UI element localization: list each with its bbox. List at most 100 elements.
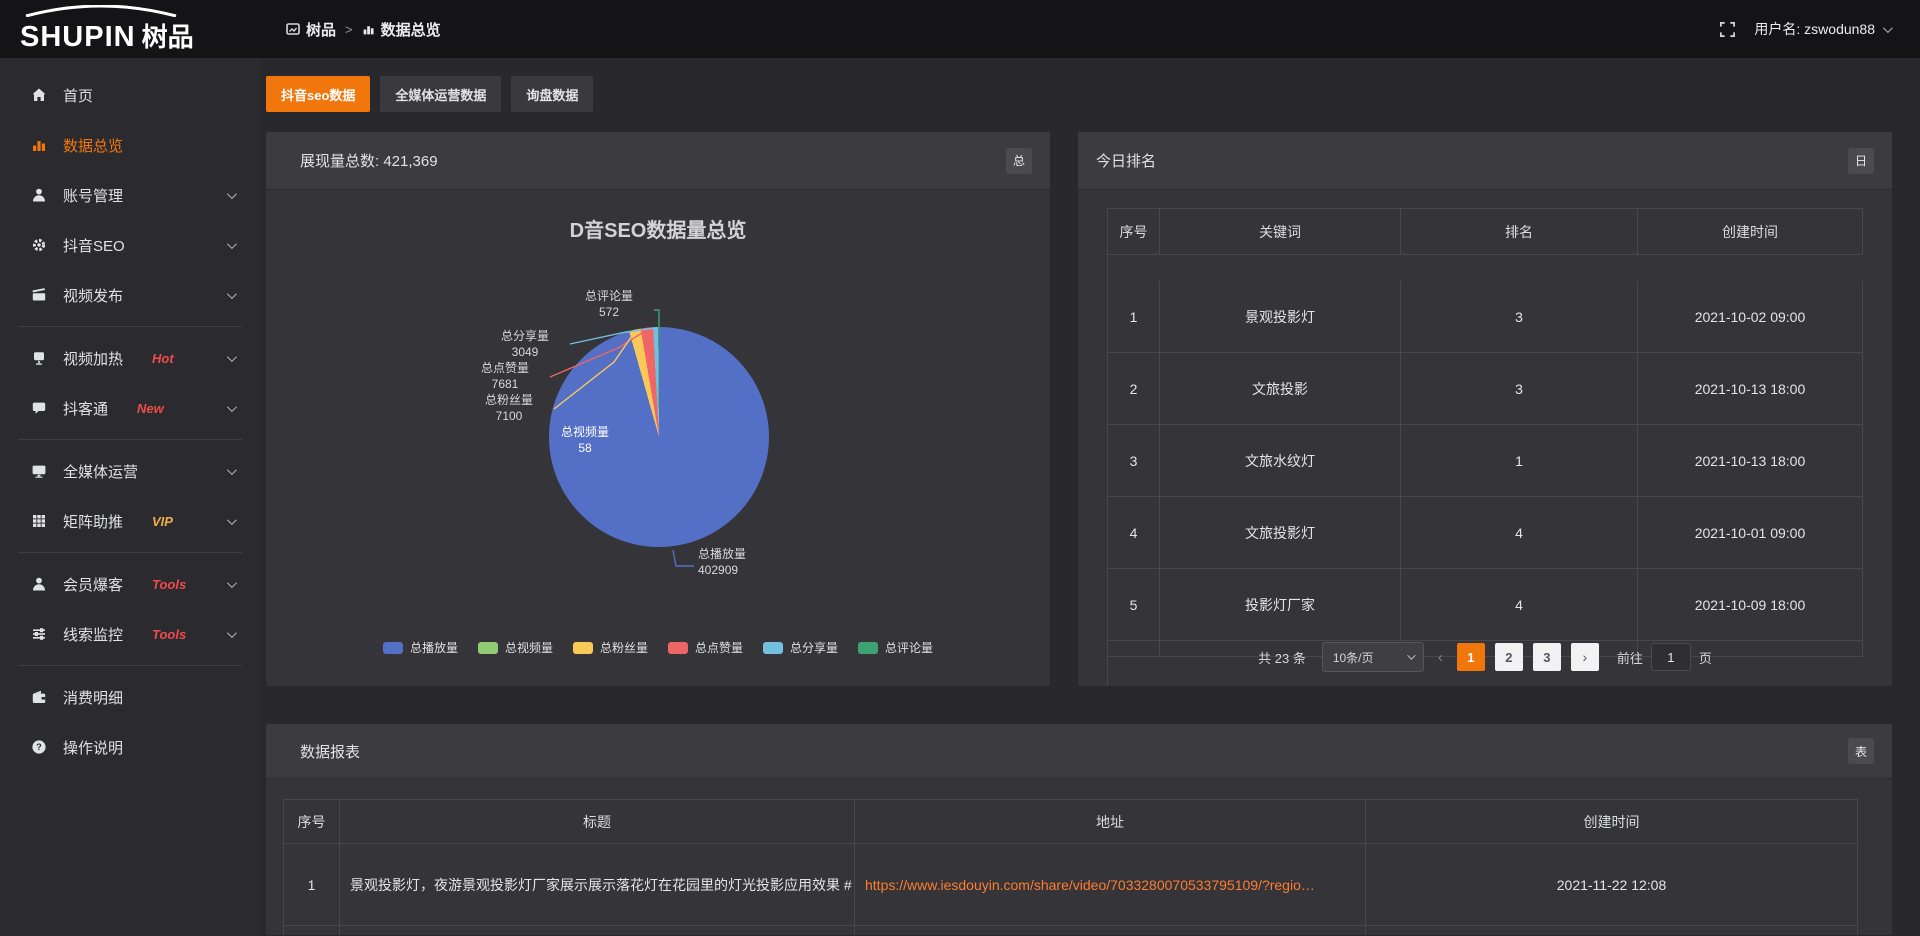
tab-omnimedia-data[interactable]: 全媒体运营数据 <box>380 76 501 112</box>
sidebar-item-account[interactable]: 账号管理 <box>0 170 260 220</box>
clapperboard-icon <box>30 287 48 303</box>
chevron-down-icon <box>227 402 237 412</box>
impressions-total: 展现量总数: 421,369 <box>300 150 438 171</box>
report-panel-title: 数据报表 <box>300 741 360 762</box>
grid-icon <box>30 513 48 529</box>
sidebar-item-help[interactable]: ? 操作说明 <box>0 722 260 772</box>
chevron-down-icon <box>227 578 237 588</box>
rank-cell-time: 2021-10-02 09:00 <box>1638 281 1863 353</box>
sidebar-divider <box>18 439 242 440</box>
report-row-partial <box>284 926 340 935</box>
legend-item[interactable]: 总播放量 <box>383 639 458 656</box>
sidebar-item-spend-details[interactable]: 消费明细 <box>0 672 260 722</box>
chart-title: D音SEO数据量总览 <box>266 214 1050 243</box>
report-cell-index: 1 <box>284 844 340 926</box>
page-size-select[interactable]: 10条/页 <box>1322 642 1424 672</box>
rank-cell-keyword: 文旅投影灯 <box>1160 497 1401 569</box>
chevron-down-icon <box>227 628 237 638</box>
bar-chart-icon <box>362 23 375 36</box>
pie-label-comments: 总评论量572 <box>566 288 652 320</box>
pie-label-plays: 总播放量402909 <box>698 546 808 578</box>
table-toggle-button[interactable]: 表 <box>1848 738 1874 764</box>
chevron-down-icon <box>227 189 237 199</box>
page-button-3[interactable]: 3 <box>1533 643 1561 671</box>
chevron-down-icon <box>1883 23 1893 33</box>
legend-swatch <box>383 642 403 654</box>
sidebar-item-video-publish[interactable]: 视频发布 <box>0 270 260 320</box>
legend-swatch <box>858 642 878 654</box>
sidebar-item-home[interactable]: 首页 <box>0 70 260 120</box>
legend-item[interactable]: 总点赞量 <box>668 639 743 656</box>
rank-cell: 5 <box>1108 569 1160 641</box>
breadcrumb-separator: > <box>345 22 353 37</box>
svg-text:?: ? <box>36 742 42 752</box>
sidebar-item-data-overview[interactable]: 数据总览 <box>0 120 260 170</box>
day-toggle-button[interactable]: 日 <box>1848 148 1874 174</box>
chat-bubble-icon <box>30 400 48 416</box>
page-button-2[interactable]: 2 <box>1495 643 1523 671</box>
rank-cell-rank: 4 <box>1401 569 1638 641</box>
new-badge: New <box>137 401 164 416</box>
legend-swatch <box>478 642 498 654</box>
home-icon <box>30 87 48 103</box>
legend-item[interactable]: 总粉丝量 <box>573 639 648 656</box>
username-label: 用户名: zswodun88 <box>1754 19 1875 39</box>
rank-cell-time: 2021-10-13 18:00 <box>1638 353 1863 425</box>
legend-item[interactable]: 总视频量 <box>478 639 553 656</box>
sidebar-item-doukotong[interactable]: 抖客通 New <box>0 383 260 433</box>
tab-douyin-seo-data[interactable]: 抖音seo数据 <box>266 76 370 112</box>
hot-badge: Hot <box>152 351 174 366</box>
screen-promo-icon <box>30 350 48 366</box>
data-report-panel: 数据报表 表 序号 标题 地址 创建时间 1 景观投影灯，夜游景观投影灯厂家展示… <box>266 724 1892 935</box>
topbar: SHUPIN 树品 树品 > 数据总览 用户名: zswodun88 <box>0 0 1920 58</box>
legend-swatch <box>573 642 593 654</box>
report-cell-url[interactable]: https://www.iesdouyin.com/share/video/70… <box>855 844 1366 926</box>
report-cell-time: 2021-11-22 12:08 <box>1366 844 1858 926</box>
rank-cell: 4 <box>1108 497 1160 569</box>
pagination: 共 23 条 10条/页 ‹ 1 2 3 › 前往 页 <box>1078 642 1892 672</box>
legend-item[interactable]: 总分享量 <box>763 639 838 656</box>
chevron-down-icon <box>227 465 237 475</box>
question-circle-icon: ? <box>30 739 48 755</box>
page-button-1[interactable]: 1 <box>1457 643 1485 671</box>
app-icon <box>286 22 300 36</box>
sidebar-item-douyin-seo[interactable]: 抖音SEO <box>0 220 260 270</box>
rank-cell-rank: 3 <box>1401 281 1638 353</box>
total-toggle-button[interactable]: 总 <box>1006 148 1032 174</box>
monitor-icon <box>30 463 48 479</box>
report-table: 序号 标题 地址 创建时间 1 景观投影灯，夜游景观投影灯厂家展示展示落花灯在花… <box>283 799 1858 935</box>
legend-swatch <box>668 642 688 654</box>
breadcrumb-current[interactable]: 数据总览 <box>362 19 441 40</box>
rank-cell: 2 <box>1108 353 1160 425</box>
report-cell-title: 景观投影灯，夜游景观投影灯厂家展示展示落花灯在花园里的灯光投影应用效果 # <box>340 844 855 926</box>
breadcrumb-root[interactable]: 树品 <box>286 19 336 40</box>
column-header: 排名 <box>1401 209 1638 255</box>
rank-cell-time: 2021-10-13 18:00 <box>1638 425 1863 497</box>
legend-item[interactable]: 总评论量 <box>858 639 933 656</box>
sidebar-item-member-bloom[interactable]: 会员爆客 Tools <box>0 559 260 609</box>
goto-page-input[interactable] <box>1651 643 1691 671</box>
rank-cell-rank: 3 <box>1401 353 1638 425</box>
sidebar-item-matrix-boost[interactable]: 矩阵助推 VIP <box>0 496 260 546</box>
rank-cell-rank: 1 <box>1401 425 1638 497</box>
column-header: 创建时间 <box>1638 209 1863 255</box>
user-menu[interactable]: 用户名: zswodun88 <box>1754 19 1890 39</box>
tab-inquiry-data[interactable]: 询盘数据 <box>511 76 593 112</box>
bar-chart-icon <box>30 137 48 153</box>
sidebar-divider <box>18 552 242 553</box>
fullscreen-icon[interactable] <box>1719 21 1736 38</box>
sidebar-item-omnimedia[interactable]: 全媒体运营 <box>0 446 260 496</box>
tools-badge: Tools <box>152 577 186 592</box>
column-header: 标题 <box>340 800 855 844</box>
sidebar-item-lead-monitor[interactable]: 线索监控 Tools <box>0 609 260 659</box>
goto-label: 前往 <box>1617 648 1643 667</box>
gear-icon <box>30 237 48 253</box>
next-page-button[interactable]: › <box>1571 643 1599 671</box>
sidebar-item-video-heat[interactable]: 视频加热 Hot <box>0 333 260 383</box>
pie-chart: D音SEO数据量总览 总评论量572 总分享量3049 总点赞量7681 <box>266 190 1050 686</box>
rank-cell-time: 2021-10-01 09:00 <box>1638 497 1863 569</box>
rank-cell-time: 2021-10-09 18:00 <box>1638 569 1863 641</box>
overview-panel: 展现量总数: 421,369 总 D音SEO数据量总览 总评论量572 总分享 <box>266 132 1050 686</box>
user-icon <box>30 576 48 592</box>
prev-page-button[interactable]: ‹ <box>1434 649 1447 666</box>
